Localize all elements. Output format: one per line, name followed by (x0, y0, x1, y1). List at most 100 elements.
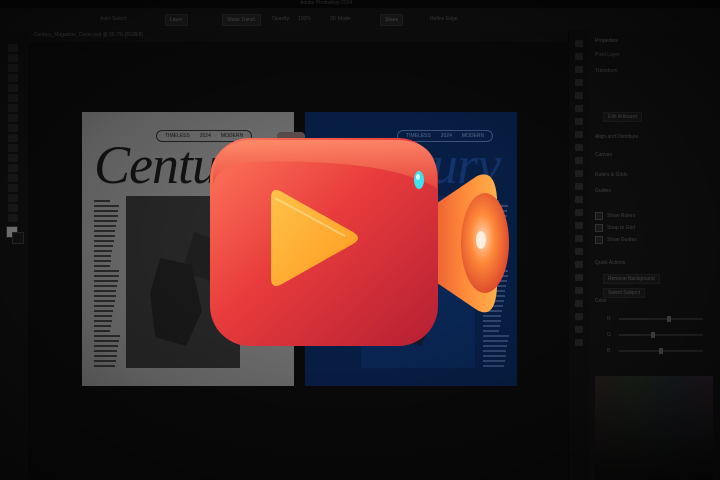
body-text-column (94, 200, 120, 370)
tool-icon[interactable] (8, 164, 18, 172)
text-line (94, 225, 117, 227)
panel-icon[interactable] (575, 274, 583, 281)
text-line (94, 270, 120, 272)
panel-checkbox[interactable] (595, 236, 603, 244)
tool-icon[interactable] (8, 144, 18, 152)
text-line (94, 290, 117, 292)
options-bar-item[interactable]: Opacity: (272, 14, 290, 24)
panel-icon[interactable] (575, 326, 583, 333)
text-line (94, 275, 119, 277)
panel-icon[interactable] (575, 92, 583, 99)
panel-icon[interactable] (575, 222, 583, 229)
color-slider[interactable] (619, 316, 703, 322)
panel-icon[interactable] (575, 300, 583, 307)
panel-icon[interactable] (575, 248, 583, 255)
options-bar-item[interactable]: 100% (298, 14, 311, 24)
text-line (94, 360, 116, 362)
text-line (94, 200, 110, 202)
background-color-swatch[interactable] (12, 232, 24, 244)
tool-icon[interactable] (8, 84, 18, 92)
tool-icon[interactable] (8, 134, 18, 142)
panel-section-label: Rulers & Grids (595, 172, 628, 178)
text-line (94, 330, 111, 332)
panel-icon[interactable] (575, 131, 583, 138)
panel-icon[interactable] (575, 235, 583, 242)
panel-button[interactable]: Edit Artboard (603, 112, 642, 122)
tool-icon[interactable] (8, 174, 18, 182)
text-line (94, 320, 112, 322)
panel-section-label: Pixel Layer (595, 52, 620, 58)
options-bar-item[interactable]: 3D Mode: (330, 14, 352, 24)
tool-icon[interactable] (8, 54, 18, 62)
options-bar: Auto-Select: Layer Show Transf. Opacity: 100… (0, 8, 720, 31)
panel-section-label: Canvas (595, 152, 612, 158)
tool-icon[interactable] (8, 124, 18, 132)
panel-checkbox[interactable] (595, 224, 603, 232)
tool-icon[interactable] (8, 104, 18, 112)
tool-icon[interactable] (8, 44, 18, 52)
options-bar-item[interactable]: Show Transf. (222, 14, 262, 26)
text-line (94, 310, 114, 312)
panel-icon[interactable] (575, 144, 583, 151)
panel-icon[interactable] (575, 40, 583, 47)
tool-icon[interactable] (8, 94, 18, 102)
tool-icon[interactable] (8, 194, 18, 202)
text-line (94, 280, 118, 282)
properties-panel: Properties Pixel Layer Transform Align and… (568, 30, 720, 480)
panel-button[interactable]: Remove Background (603, 274, 660, 284)
tool-icon[interactable] (8, 184, 18, 192)
text-line (94, 365, 116, 367)
panel-section-label: Align and Distribute (595, 134, 639, 140)
text-line (94, 260, 111, 262)
color-slider[interactable] (619, 348, 703, 354)
text-line (94, 285, 118, 287)
panel-icon[interactable] (575, 53, 583, 60)
tool-icon[interactable] (8, 114, 18, 122)
text-line (94, 245, 113, 247)
panel-checkbox[interactable] (595, 212, 603, 220)
panel-icon-strip (569, 30, 589, 480)
text-line (94, 350, 118, 352)
text-line (94, 340, 119, 342)
color-picker-field[interactable] (595, 376, 713, 480)
options-bar-item[interactable]: Auto-Select: (100, 14, 127, 24)
slider-knob[interactable] (651, 332, 655, 338)
text-line (94, 255, 112, 257)
panel-icon[interactable] (575, 261, 583, 268)
tool-icon[interactable] (8, 154, 18, 162)
panel-icon[interactable] (575, 66, 583, 73)
panel-icon[interactable] (575, 79, 583, 86)
panel-icon[interactable] (575, 313, 583, 320)
options-bar-item[interactable]: Layer (165, 14, 188, 26)
text-line (94, 315, 113, 317)
panel-icon[interactable] (575, 157, 583, 164)
panel-icon[interactable] (575, 209, 583, 216)
tool-icon[interactable] (8, 214, 18, 222)
photoshop-window: Adobe Photoshop 2024 Auto-Select: Layer Sh… (0, 0, 720, 480)
panel-button[interactable]: Select Subject (603, 288, 645, 298)
text-line (94, 215, 118, 217)
text-line (94, 240, 114, 242)
panel-icon[interactable] (575, 339, 583, 346)
options-bar-item[interactable]: Refine Edge (430, 14, 458, 24)
panel-icon[interactable] (575, 287, 583, 294)
tool-icon[interactable] (8, 64, 18, 72)
text-line (94, 355, 117, 357)
panel-icon[interactable] (575, 196, 583, 203)
color-slider[interactable] (619, 332, 703, 338)
document-tab[interactable]: Century_Magazine_Cover.psd @ 66.7% (RGB/… (34, 32, 143, 38)
options-bar-item[interactable]: Share (380, 14, 404, 26)
tool-icon[interactable] (8, 204, 18, 212)
text-line (94, 220, 117, 222)
panel-icon[interactable] (575, 118, 583, 125)
lens-highlight (476, 231, 486, 249)
text-line (483, 360, 505, 362)
panel-icon[interactable] (575, 170, 583, 177)
tool-icon[interactable] (8, 74, 18, 82)
slider-knob[interactable] (659, 348, 663, 354)
text-line (94, 295, 116, 297)
slider-knob[interactable] (667, 316, 671, 322)
panel-icon[interactable] (575, 105, 583, 112)
slider-label: G (607, 332, 611, 338)
panel-icon[interactable] (575, 183, 583, 190)
